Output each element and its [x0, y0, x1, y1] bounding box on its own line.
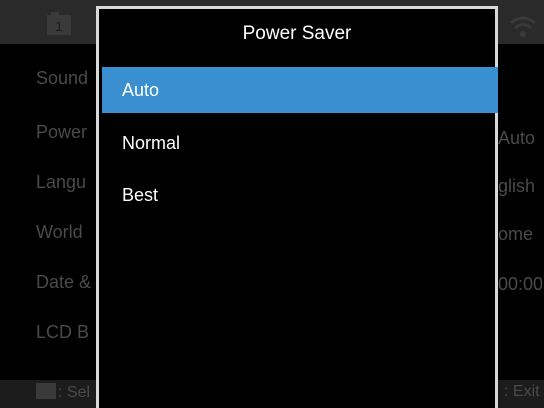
power-saver-dialog: Power Saver Auto Normal Best	[96, 6, 498, 408]
dialog-title: Power Saver	[242, 23, 352, 44]
bg-row-lcd-label: LCD B	[36, 322, 90, 342]
footer-exit-text: : Exit	[504, 383, 540, 400]
bg-row-power-value: Auto	[498, 128, 536, 148]
bg-row-date-value: 00:00	[498, 274, 544, 294]
footer-select-hint: : Sel	[36, 383, 90, 402]
option-best[interactable]: Best	[102, 172, 498, 218]
svg-text:1: 1	[55, 18, 63, 34]
bg-row-date-label: Date &	[36, 272, 92, 292]
wifi-icon	[510, 16, 536, 37]
footer-select-text: : Sel	[58, 384, 91, 401]
bg-row-sound-label: Sound	[36, 68, 89, 88]
dpad-icon	[36, 383, 56, 399]
bg-row-world-value: ome	[498, 224, 534, 244]
settings-tab-icon: 1	[47, 12, 71, 35]
bg-row-language-value: glish	[498, 176, 536, 196]
bg-row-language-label: Langu	[36, 172, 87, 192]
bg-row-power-label: Power	[36, 122, 88, 142]
bg-row-world-label: World	[36, 222, 83, 242]
option-normal[interactable]: Normal	[102, 120, 498, 166]
option-auto[interactable]: Auto	[102, 67, 498, 113]
camera-screen: 1 Sound Power Langu World Date & LCD B A…	[0, 0, 544, 408]
